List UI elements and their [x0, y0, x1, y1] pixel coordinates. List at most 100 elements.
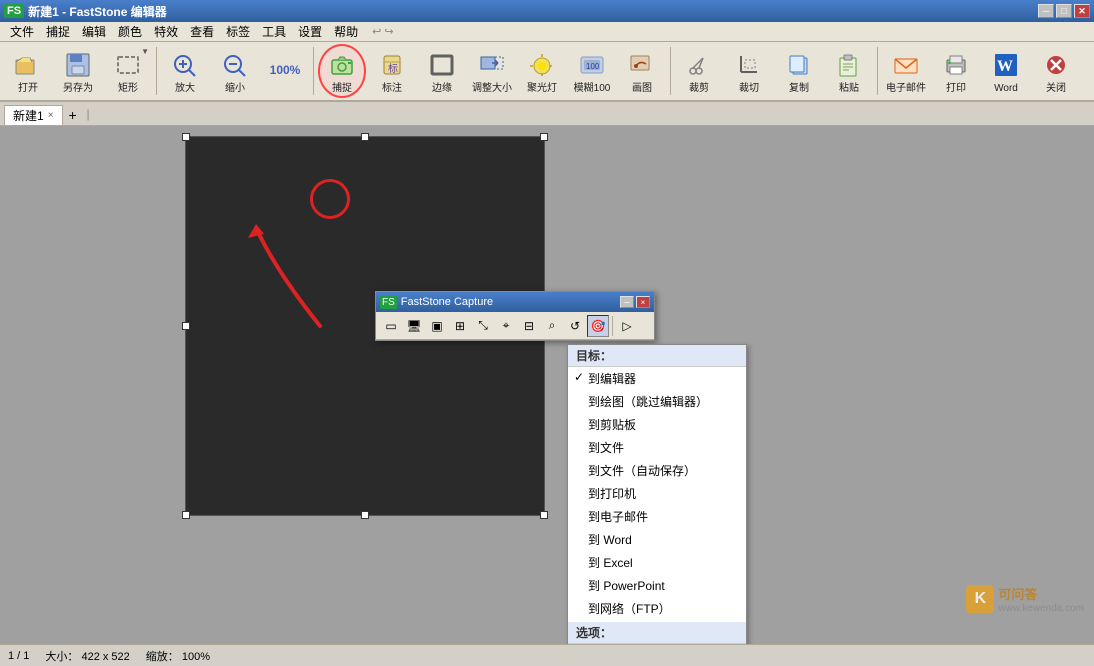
capture-icon	[326, 49, 358, 81]
toolbar-crop[interactable]: 裁切	[725, 44, 773, 98]
crop-icon	[733, 49, 765, 81]
maximize-button[interactable]: □	[1056, 4, 1072, 18]
menu-color[interactable]: 颜色	[112, 21, 148, 42]
cap-tool-object[interactable]: ⊞	[449, 315, 471, 337]
toolbar-print[interactable]: 打印	[932, 44, 980, 98]
blur-label: 模糊100	[574, 83, 611, 94]
cut-label: 裁剪	[689, 83, 709, 94]
print-label: 打印	[946, 83, 966, 94]
resize-handle-bc[interactable]	[361, 511, 369, 519]
cap-tool-cursor[interactable]: ⌖	[495, 315, 517, 337]
menu-help[interactable]: 帮助	[328, 21, 364, 42]
menu-capture[interactable]: 捕捉	[40, 21, 76, 42]
capture-popup-title: FastStone Capture	[401, 296, 493, 308]
cap-tool-repeat[interactable]: ↺	[564, 315, 586, 337]
toolbar-zoomin[interactable]: 放大	[161, 44, 209, 98]
resize-handle-tc[interactable]	[361, 133, 369, 141]
capture-popup-icon: FS	[380, 296, 397, 309]
saveas-label: 另存为	[63, 83, 93, 94]
cap-tool-play[interactable]: ▷	[616, 315, 638, 337]
close-button[interactable]: ✕	[1074, 4, 1090, 18]
toolbar-word[interactable]: W Word	[982, 44, 1030, 98]
toolbar-paste[interactable]: 粘贴	[825, 44, 873, 98]
close2-label: 关闭	[1046, 83, 1066, 94]
border-label: 边缘	[432, 83, 452, 94]
cap-tool-scroll[interactable]: ⊟	[518, 315, 540, 337]
dropdown-item-draw[interactable]: 到绘图（跳过编辑器）	[568, 390, 746, 413]
dropdown-item-word[interactable]: 到 Word	[568, 528, 746, 551]
resize-handle-ml[interactable]	[182, 322, 190, 330]
menu-tools[interactable]: 工具	[256, 21, 292, 42]
status-size: 大小： 422 x 522	[45, 648, 129, 664]
cap-tool-region[interactable]: ▣	[426, 315, 448, 337]
capture-close-btn[interactable]: ×	[636, 296, 650, 308]
watermark-name: 可问答	[998, 584, 1084, 603]
zoomout-label: 缩小	[225, 83, 245, 94]
menu-view[interactable]: 查看	[184, 21, 220, 42]
tab-add-button[interactable]: +	[63, 105, 83, 125]
dropdown-item-clipboard[interactable]: 到剪贴板	[568, 413, 746, 436]
resize-handle-br[interactable]	[540, 511, 548, 519]
menu-file[interactable]: 文件	[4, 21, 40, 42]
dropdown-item-editor[interactable]: 到编辑器	[568, 367, 746, 390]
toolbar-spotlight[interactable]: 聚光灯	[518, 44, 566, 98]
toolbar-close2[interactable]: 关闭	[1032, 44, 1080, 98]
menu-effects[interactable]: 特效	[148, 21, 184, 42]
cap-tool-window[interactable]: ▭	[380, 315, 402, 337]
resize-handle-tl[interactable]	[182, 133, 190, 141]
dropdown-item-printer[interactable]: 到打印机	[568, 482, 746, 505]
dropdown-item-powerpoint[interactable]: 到 PowerPoint	[568, 574, 746, 597]
zoomin-icon	[169, 49, 201, 81]
dropdown-item-email[interactable]: 到电子邮件	[568, 505, 746, 528]
toolbar-cut[interactable]: 裁剪	[675, 44, 723, 98]
dropdown-item-ftp[interactable]: 到网络（FTP）	[568, 597, 746, 620]
toolbar-blur[interactable]: 100 模糊100	[568, 44, 616, 98]
tab-bar: 新建1 × + |	[0, 102, 1094, 126]
capture-minimize-btn[interactable]: ─	[620, 296, 634, 308]
toolbar-zoom100[interactable]: 100%	[261, 44, 309, 98]
toolbar-capture[interactable]: 捕捉	[318, 44, 366, 98]
paste-icon	[833, 49, 865, 81]
toolbar-rect[interactable]: 矩形 ▼	[104, 44, 152, 98]
toolbar-copy[interactable]: 复制	[775, 44, 823, 98]
sep3	[670, 47, 671, 95]
minimize-button[interactable]: ─	[1038, 4, 1054, 18]
dropdown-item-file-auto[interactable]: 到文件（自动保存）	[568, 459, 746, 482]
toolbar-marker[interactable]: 标 标注	[368, 44, 416, 98]
cap-tool-fixed[interactable]: ⌕	[541, 315, 563, 337]
dropdown-item-file[interactable]: 到文件	[568, 436, 746, 459]
spotlight-label: 聚光灯	[527, 83, 557, 94]
cut-icon	[683, 49, 715, 81]
cap-tool-screen[interactable]: 🖥	[403, 315, 425, 337]
cap-tool-freehand[interactable]: ⤡	[472, 315, 494, 337]
print-icon	[940, 49, 972, 81]
menu-edit[interactable]: 编辑	[76, 21, 112, 42]
toolbar-resize[interactable]: 调整大小	[468, 44, 516, 98]
email-label: 电子邮件	[886, 83, 926, 94]
menu-tags[interactable]: 标签	[220, 21, 256, 42]
toolbar-zoomout[interactable]: 缩小	[211, 44, 259, 98]
svg-text:100: 100	[586, 62, 600, 71]
word-label: Word	[994, 83, 1018, 94]
resize-handle-bl[interactable]	[182, 511, 190, 519]
capture-toolbar: ▭ 🖥 ▣ ⊞ ⤡ ⌖ ⊟ ⌕ ↺ 🎯 ▷	[376, 312, 654, 340]
open-icon	[12, 49, 44, 81]
resize-handle-tr[interactable]	[540, 133, 548, 141]
dropdown-section1-label: 目标：	[568, 345, 746, 367]
toolbar-open[interactable]: 打开	[4, 44, 52, 98]
sep4	[877, 47, 878, 95]
toolbar-saveas[interactable]: 另存为	[54, 44, 102, 98]
tab-new1[interactable]: 新建1 ×	[4, 105, 63, 125]
cap-tool-target[interactable]: 🎯	[587, 315, 609, 337]
toolbar-border[interactable]: 边缘	[418, 44, 466, 98]
watermark: K 可问答 www.kewenda.com	[966, 584, 1084, 614]
dropdown-item-excel[interactable]: 到 Excel	[568, 551, 746, 574]
status-page: 1 / 1	[8, 650, 29, 662]
tab-close-btn[interactable]: ×	[48, 110, 54, 121]
toolbar-email[interactable]: 电子邮件	[882, 44, 930, 98]
menu-settings[interactable]: 设置	[292, 21, 328, 42]
toolbar-draw[interactable]: 画图	[618, 44, 666, 98]
titlebar-left: FS 新建1 - FastStone 编辑器	[4, 3, 167, 20]
capture-label: 捕捉	[332, 83, 352, 94]
marker-label: 标注	[382, 83, 402, 94]
